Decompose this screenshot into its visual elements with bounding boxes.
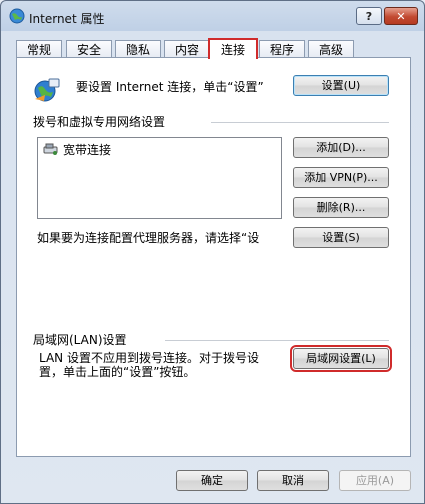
add-vpn-button[interactable]: 添加 VPN(P)... (293, 167, 389, 188)
dialup-heading: 拨号和虚拟专用网络设置 (33, 115, 166, 129)
list-item-label: 宽带连接 (63, 143, 112, 157)
internet-globe-icon (9, 8, 25, 24)
connections-listbox[interactable]: 宽带连接 (37, 137, 282, 219)
add-button[interactable]: 添加(D)... (293, 137, 389, 158)
help-button[interactable]: ? (356, 7, 382, 25)
proxy-description: 如果要为连接配置代理服务器，请选择“设 (37, 231, 260, 245)
connection-wizard-icon (34, 78, 60, 102)
lan-heading: 局域网(LAN)设置 (33, 333, 127, 347)
tab-programs[interactable]: 程序 (259, 40, 305, 58)
lan-description-line2: 置，单击上面的“设置”按钮。 (39, 365, 196, 379)
remove-button[interactable]: 删除(R)... (293, 197, 389, 218)
dialup-divider (211, 122, 389, 123)
tab-general[interactable]: 常规 (16, 40, 62, 58)
dialup-settings-button[interactable]: 设置(S) (293, 227, 389, 248)
apply-button[interactable]: 应用(A) (339, 470, 411, 491)
dialup-connection-icon (43, 143, 58, 155)
tab-privacy[interactable]: 隐私 (115, 40, 161, 58)
ok-button[interactable]: 确定 (176, 470, 248, 491)
lan-description-line1: LAN 设置不应用到拨号连接。对于拨号设 (39, 351, 259, 365)
internet-properties-window: Internet 属性 ? ✕ 常规 安全 隐私 内容 连接 程序 高级 要设置… (0, 0, 425, 504)
tab-security[interactable]: 安全 (66, 40, 112, 58)
window-title: Internet 属性 (29, 12, 105, 26)
cancel-button[interactable]: 取消 (257, 470, 329, 491)
list-item[interactable]: 宽带连接 (43, 141, 111, 158)
tab-connections[interactable]: 连接 (208, 38, 258, 59)
title-bar[interactable]: Internet 属性 ? ✕ (1, 1, 424, 33)
close-button[interactable]: ✕ (384, 7, 418, 25)
lan-settings-button[interactable]: 局域网设置(L) (290, 345, 392, 372)
lan-divider (165, 340, 389, 341)
tab-advanced[interactable]: 高级 (308, 40, 354, 58)
setup-button[interactable]: 设置(U) (293, 75, 389, 96)
tab-content[interactable]: 内容 (164, 40, 210, 58)
setup-description: 要设置 Internet 连接，单击“设置” (76, 80, 264, 94)
